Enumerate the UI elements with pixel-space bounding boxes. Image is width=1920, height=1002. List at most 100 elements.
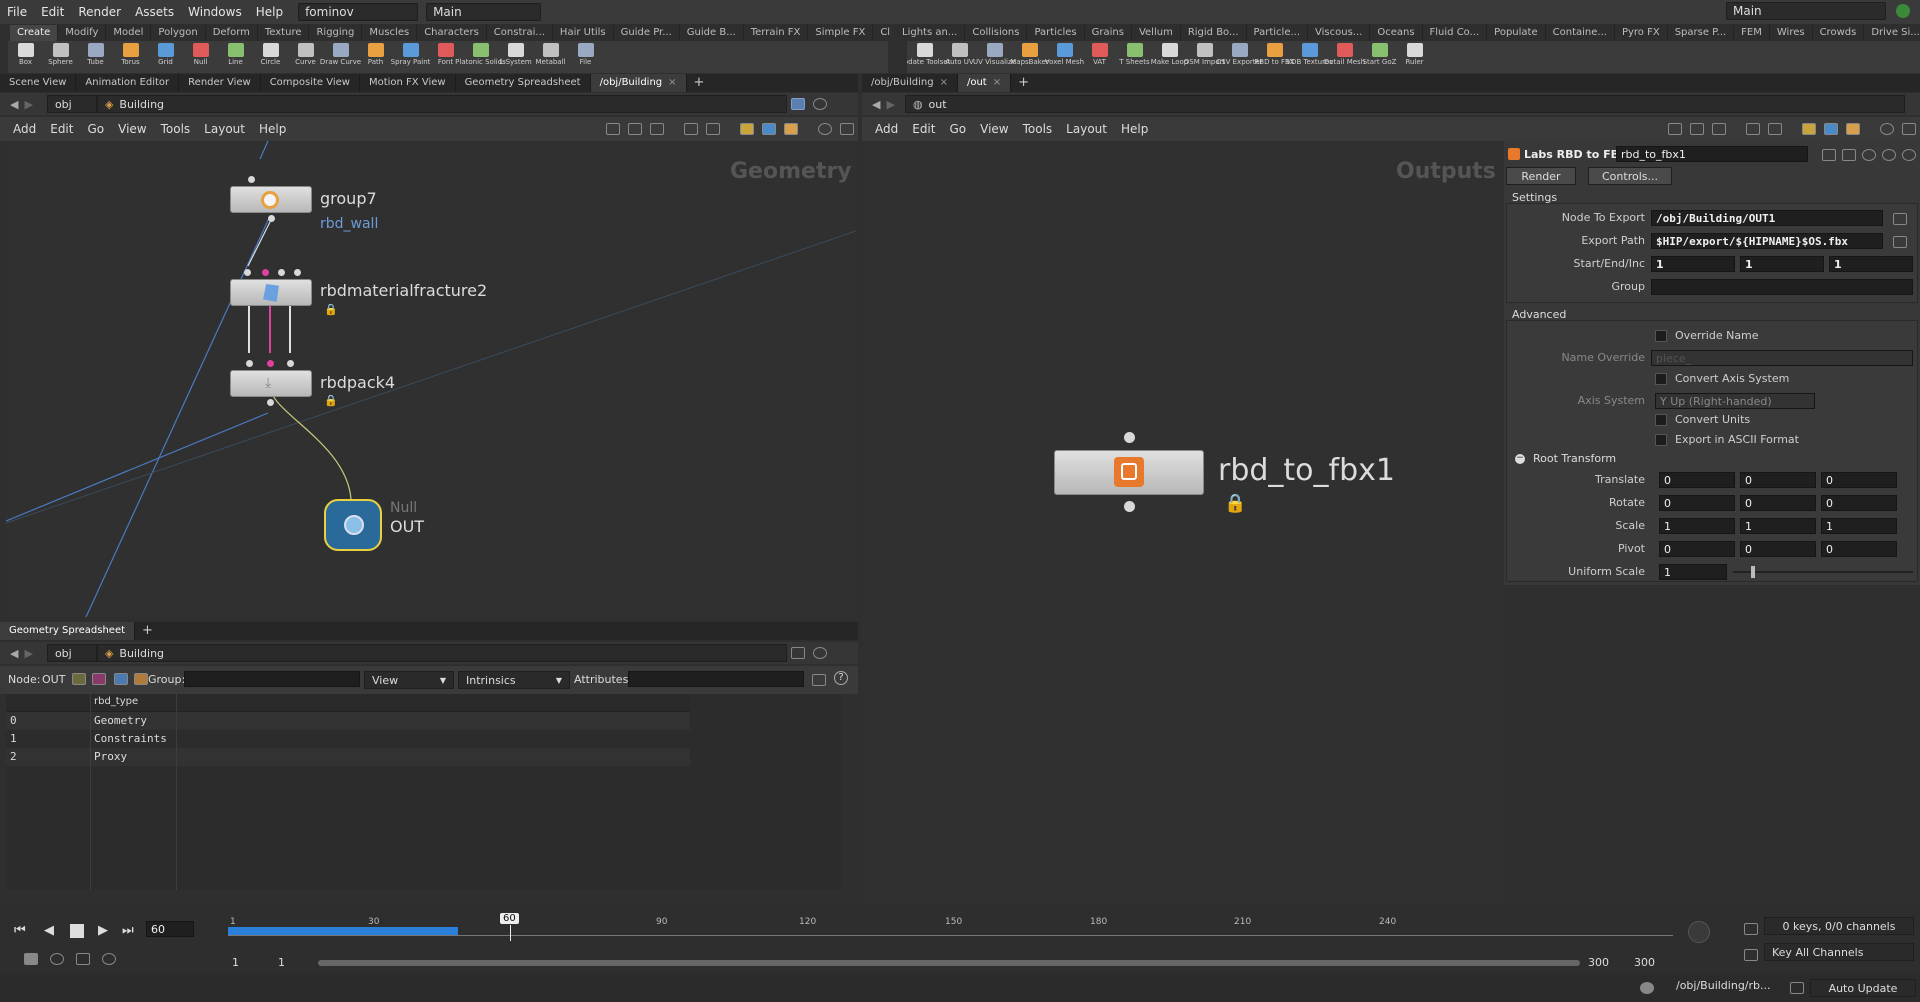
target-icon[interactable] [102,953,116,965]
add-tab-icon[interactable]: + [135,622,160,640]
menu-help-net[interactable]: Help [252,122,293,136]
tab-animation-editor[interactable]: Animation Editor [76,74,180,92]
scale-y-input[interactable]: 1 [1740,518,1816,534]
file-tool[interactable]: File [568,41,603,66]
group-input[interactable] [1651,279,1913,295]
left-shelf-tab[interactable]: Terrain FX [744,25,809,41]
user-dropdown[interactable]: fominov [298,3,419,21]
last-frame-icon[interactable]: ⏭ [122,923,134,938]
right-shelf-tab[interactable]: Viscous... [1308,25,1371,41]
pin-icon[interactable] [790,98,805,110]
input-dot-4[interactable] [294,269,301,276]
node-rbd-to-fbx1[interactable] [1054,450,1204,495]
left-shelf-tab[interactable]: Hair Utils [553,25,614,41]
menu-render[interactable]: Render [71,5,128,19]
line-tool[interactable]: Line [218,41,253,66]
controls-button[interactable]: Controls... [1588,167,1672,185]
ruler-tool[interactable]: Ruler [1397,41,1432,66]
status-indicator-icon[interactable] [1896,4,1910,18]
folder-icon[interactable] [784,123,798,135]
null-tool[interactable]: Null [183,41,218,66]
menu-tools[interactable]: Tools [1016,122,1060,136]
grid-tool[interactable]: Grid [148,41,183,66]
menu-add[interactable]: Add [6,122,43,136]
key-icon[interactable] [1744,949,1758,961]
add-tab-icon[interactable]: + [687,74,712,92]
wrench-icon[interactable] [606,123,620,135]
tube-tool[interactable]: Tube [78,41,113,66]
circle-tool[interactable]: Circle [253,41,288,66]
left-shelf-tab[interactable]: Guide B... [680,25,744,41]
menu-go[interactable]: Go [80,122,111,136]
search-icon[interactable] [1862,149,1876,161]
file-chooser-icon[interactable] [1893,236,1907,248]
menu-view[interactable]: View [973,122,1015,136]
input-dot-1[interactable] [244,269,251,276]
export-ascii-checkbox[interactable] [1655,434,1667,446]
axis-system-dropdown[interactable]: Y Up (Right-handed) [1655,393,1815,409]
right-shelf-tab[interactable]: Containe... [1546,25,1615,41]
column-header[interactable]: rbd_type [94,696,138,707]
right-shelf-tab[interactable]: Drive Si... [1864,25,1920,41]
pivot-y-input[interactable]: 0 [1740,541,1816,557]
folder-icon[interactable] [1846,123,1860,135]
tab-geometry-spreadsheet-bottom[interactable]: Geometry Spreadsheet [0,622,136,640]
grid2-icon[interactable] [706,123,720,135]
tab-geometry-spreadsheet[interactable]: Geometry Spreadsheet [456,74,591,92]
right-shelf-tab[interactable]: Rigid Bo... [1181,25,1247,41]
pack-out-dot[interactable] [267,399,274,406]
node-rbdmaterialfracture2[interactable] [230,279,312,306]
export-path-input[interactable]: $HIP/export/${HIPNAME}$OS.fbx [1651,233,1883,249]
list-icon[interactable] [650,123,664,135]
draw-curve-tool[interactable]: Draw Curve [320,41,361,66]
pivot-z-input[interactable]: 0 [1821,541,1897,557]
geometry-network-canvas[interactable]: Geometry group7 rbd_wall rbdmaterialfrac… [6,141,856,617]
view-dropdown[interactable]: View ▼ [364,671,454,689]
close-icon[interactable]: × [993,77,1001,88]
lock-icon[interactable]: 🔒 [1224,493,1246,514]
mapsbaker-tool[interactable]: MapsBaker [1010,41,1049,66]
path-tool[interactable]: Path [358,41,393,66]
channel-icon[interactable] [1744,923,1758,935]
tab-obj-building-right[interactable]: /obj/Building × [862,74,958,92]
search-icon[interactable] [1880,123,1894,135]
first-frame-icon[interactable]: ⏮ [14,923,26,938]
realtime-icon[interactable] [24,953,38,965]
menu-edit-net[interactable]: Edit [43,122,80,136]
left-shelf-tab[interactable]: Guide Pr... [614,25,680,41]
range-start[interactable]: 1 [232,956,239,969]
inc-input[interactable]: 1 [1829,256,1913,272]
start-goz-tool[interactable]: Start GoZ [1362,41,1397,66]
tab-out[interactable]: /out × [957,74,1012,92]
path-crumb-obj[interactable]: obj [46,95,97,113]
left-shelf-tab[interactable]: Deform [206,25,258,41]
left-shelf-tab[interactable]: Modify [58,25,107,41]
frame-icon[interactable] [1902,123,1916,135]
right-shelf-tab[interactable]: Particle... [1247,25,1309,41]
render-button[interactable]: Render [1506,167,1576,185]
convert-units-checkbox[interactable] [1655,414,1667,426]
table-row[interactable]: 1 Constraints [6,730,690,748]
tree-icon[interactable] [1690,123,1704,135]
forward-arrow-icon[interactable]: ▶ [24,98,32,111]
right-shelf-tab[interactable]: FEM [1734,25,1770,41]
menu-help-net[interactable]: Help [1114,122,1155,136]
menu-view[interactable]: View [111,122,153,136]
node-null-out[interactable] [324,499,382,551]
playhead-marker[interactable]: 60 [500,913,519,924]
auto-update-dropdown[interactable]: Auto Update [1810,979,1916,997]
note-icon[interactable] [740,123,754,135]
translate-y-input[interactable]: 0 [1740,472,1816,488]
tab-render-view[interactable]: Render View [179,74,261,92]
image-icon[interactable] [1824,123,1838,135]
rotate-x-input[interactable]: 0 [1659,495,1735,511]
vat-tool[interactable]: VAT [1082,41,1117,66]
frame-icon[interactable] [840,123,854,135]
columns-icon[interactable] [812,674,826,686]
h-icon[interactable] [1842,149,1856,161]
right-shelf-tab[interactable]: Vellum [1132,25,1181,41]
pack-in-2[interactable] [267,360,274,367]
right-shelf-tab[interactable]: Wires [1770,25,1813,41]
pack-in-3[interactable] [287,360,294,367]
add-tab-icon[interactable]: + [1011,74,1036,92]
